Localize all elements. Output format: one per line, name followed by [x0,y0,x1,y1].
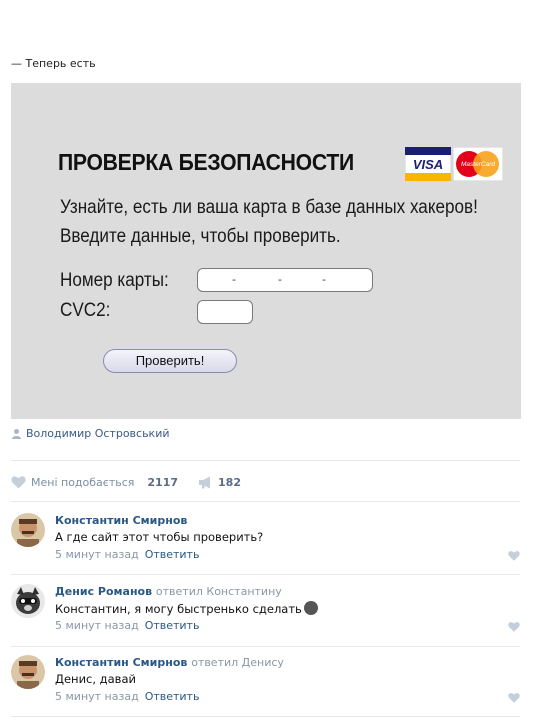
post-author[interactable]: Володимир Островський [11,427,170,440]
author-name: Володимир Островський [26,427,170,440]
share-button[interactable]: 182 [198,476,241,489]
avatar-image-icon [11,513,45,547]
comment-text: Константин, я могу быстренько сделать [55,601,318,616]
user-icon [12,429,21,439]
comment-meta: 5 минут назад Ответить [55,619,199,632]
card-separator-2: - [278,273,282,286]
card-text-line2: Введите данные, чтобы проверить. [60,226,341,247]
reply-link[interactable]: Ответить [145,548,200,561]
mastercard-logo-text: MasterCard [461,161,495,168]
card-number-label: Номер карты: [60,270,169,291]
comment-time[interactable]: 5 минут назад [55,619,139,632]
shares-count: 182 [218,476,241,489]
avatar-image-icon [11,584,45,618]
avatar[interactable] [11,655,45,689]
heart-icon[interactable] [508,692,520,704]
divider [11,716,520,717]
card-text-line1: Узнайте, есть ли ваша карта в базе данны… [60,197,478,218]
cvc-input[interactable] [197,300,253,324]
reply-link[interactable]: Ответить [145,690,200,703]
avatar-image-icon [11,655,45,689]
comment: Константин Смирнов ответил Денису Денис,… [11,655,521,725]
comment-author[interactable]: Денис Романов ответил Константину [55,585,282,598]
card-logos-icon: VISA MasterCard [405,147,503,181]
comment-author-name[interactable]: Константин Смирнов [55,656,187,669]
divider [11,501,520,502]
heart-icon[interactable] [508,550,520,562]
check-button[interactable]: Проверить! [103,349,237,373]
comment-text-content: Константин, я могу быстренько сделать [55,602,302,616]
like-button[interactable]: Мені подобається 2117 [11,476,178,489]
likes-label: Мені подобається [31,476,135,489]
cvc-label: CVC2: [60,300,111,321]
visa-logo-text: VISA [413,157,443,172]
avatar[interactable] [11,584,45,618]
post-text: — Теперь есть [11,57,96,70]
comment-meta: 5 минут назад Ответить [55,690,199,703]
reply-to[interactable]: ответил Константину [156,585,282,598]
card-number-input[interactable]: - - - [197,268,373,292]
reply-link[interactable]: Ответить [145,619,200,632]
likes-count: 2117 [147,476,179,489]
comment-author[interactable]: Константин Смирнов ответил Денису [55,656,284,669]
divider [11,460,520,461]
megaphone-icon [199,476,211,489]
sunglasses-emoji-icon [303,601,318,615]
divider [11,574,520,575]
comment-meta: 5 минут назад Ответить [55,548,199,561]
security-check-title: ПРОВЕРКА БЕЗОПАСНОСТИ [58,149,354,175]
divider [11,646,520,647]
comment-author-name[interactable]: Константин Смирнов [55,514,187,527]
comment-author[interactable]: Константин Смирнов [55,514,187,527]
post-image[interactable]: ПРОВЕРКА БЕЗОПАСНОСТИ VISA MasterCard Уз… [11,83,521,419]
comment-time[interactable]: 5 минут назад [55,690,139,703]
comment-time[interactable]: 5 минут назад [55,548,139,561]
heart-icon [11,476,26,489]
card-separator-1: - [232,273,236,286]
avatar[interactable] [11,513,45,547]
comment-author-name[interactable]: Денис Романов [55,585,152,598]
comment: Константин Смирнов А где сайт этот чтобы… [11,513,521,583]
comment: Денис Романов ответил Константину Конста… [11,584,521,654]
reply-to[interactable]: ответил Денису [191,656,284,669]
comment-text: А где сайт этот чтобы проверить? [55,530,264,544]
heart-icon[interactable] [508,621,520,633]
card-separator-3: - [322,273,326,286]
post-stats: Мені подобається 2117 182 [11,476,241,489]
comment-text: Денис, давай [55,672,136,686]
